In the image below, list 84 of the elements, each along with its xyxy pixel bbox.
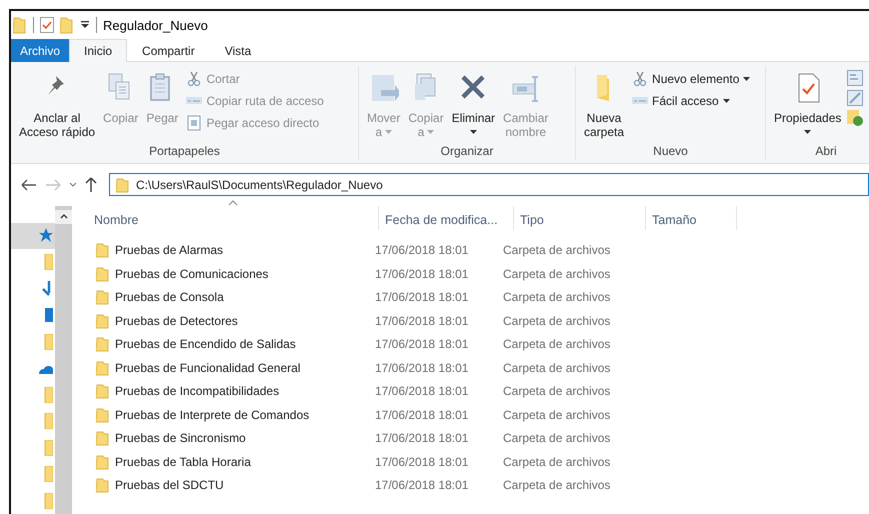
folder-icon bbox=[96, 454, 110, 470]
folder-icon[interactable] bbox=[60, 16, 74, 34]
download-icon bbox=[39, 280, 53, 297]
customize-caret-icon[interactable] bbox=[80, 20, 90, 30]
folder-icon bbox=[96, 266, 110, 282]
file-name[interactable]: Pruebas de Interprete de Comandos bbox=[115, 408, 310, 422]
table-cell-text: 17/06/2018 18:01 bbox=[374, 384, 470, 398]
table-cell-text: 17/06/2018 18:01 bbox=[374, 431, 470, 446]
group-label: Nuevo bbox=[653, 144, 688, 160]
group-label: Abri bbox=[815, 144, 837, 160]
ribbon-tab[interactable]: Vista bbox=[210, 39, 266, 62]
table-cell-text: 17/06/2018 18:01 bbox=[374, 314, 470, 328]
folder-icon bbox=[96, 383, 110, 400]
folder-icon bbox=[96, 360, 110, 376]
ribbon-button[interactable]: Anclar al Acceso rápido bbox=[17, 66, 98, 142]
table-cell-text: Carpeta de archivos bbox=[502, 408, 612, 422]
column-header[interactable]: Fecha de modifica... bbox=[379, 206, 514, 230]
address-field[interactable]: C:\Users\RaulS\Documents\Regulador_Nuevo bbox=[109, 173, 869, 196]
group-label: Organizar bbox=[440, 144, 494, 160]
table-cell-text: Carpeta de archivos bbox=[502, 337, 612, 352]
column-header[interactable]: Nombre bbox=[88, 206, 379, 230]
table-cell-text: Carpeta de archivos bbox=[502, 243, 612, 258]
table-cell-text: 17/06/2018 18:01 bbox=[374, 266, 470, 281]
scissors-icon bbox=[632, 71, 648, 88]
table-cell-text: 17/06/2018 18:01 bbox=[374, 243, 470, 258]
table-cell-text: 17/06/2018 18:01 bbox=[374, 408, 470, 422]
sort-ascending-icon bbox=[228, 200, 238, 206]
table-cell-text: Carpeta de archivos bbox=[502, 266, 612, 281]
group-label: Portapapeles bbox=[149, 144, 220, 160]
ribbon-tab[interactable]: Compartir bbox=[127, 39, 210, 62]
file-name[interactable]: Pruebas de Sincronismo bbox=[115, 431, 246, 446]
file-name[interactable]: Pruebas de Funcionalidad General bbox=[115, 360, 300, 375]
nav-item[interactable] bbox=[11, 222, 55, 249]
folder-icon bbox=[116, 176, 130, 193]
open-icon[interactable] bbox=[847, 70, 864, 86]
column-header[interactable]: Tamaño bbox=[646, 206, 737, 230]
ribbon-button[interactable]: Nueva carpeta bbox=[582, 66, 626, 142]
table-cell-text: Carpeta de archivos bbox=[502, 384, 612, 398]
table-cell-text: Carpeta de archivos bbox=[502, 454, 612, 469]
table-cell-text: 17/06/2018 18:01 bbox=[374, 337, 470, 352]
shortcut-icon bbox=[186, 115, 202, 132]
forward-icon[interactable] bbox=[45, 178, 61, 191]
table-cell-text: 17/06/2018 18:01 bbox=[374, 360, 470, 375]
column-header[interactable]: Tipo bbox=[514, 206, 646, 230]
file-name[interactable]: Pruebas de Comunicaciones bbox=[115, 266, 268, 281]
scissors-icon bbox=[186, 71, 202, 88]
ribbon-tab[interactable]: Inicio bbox=[69, 39, 128, 62]
ribbon-button[interactable]: Propiedades bbox=[772, 66, 844, 142]
table-cell-text: Carpeta de archivos bbox=[502, 360, 612, 375]
edit-icon[interactable] bbox=[847, 90, 864, 106]
file-name[interactable]: Pruebas del SDCTU bbox=[115, 478, 224, 492]
star-icon bbox=[39, 228, 53, 244]
table-cell-text: Carpeta de archivos bbox=[502, 314, 612, 328]
folder-icon bbox=[96, 289, 110, 306]
table-cell-text: Carpeta de archivos bbox=[502, 431, 612, 446]
folder-icon bbox=[96, 477, 110, 494]
folder-icon bbox=[96, 312, 110, 329]
table-cell-text: 17/06/2018 18:01 bbox=[374, 478, 470, 492]
file-name[interactable]: Pruebas de Incompatibilidades bbox=[115, 384, 280, 398]
table-cell-text: 17/06/2018 18:01 bbox=[374, 290, 470, 304]
properties-icon[interactable] bbox=[40, 17, 54, 34]
back-icon[interactable] bbox=[21, 178, 37, 191]
folder-icon bbox=[96, 406, 110, 423]
table-cell-text: Carpeta de archivos bbox=[502, 290, 612, 304]
folder-icon bbox=[96, 242, 110, 258]
ribbon-button[interactable]: Fácil acceso bbox=[630, 92, 752, 110]
folder-icon bbox=[13, 16, 27, 34]
window-title: Regulador_Nuevo bbox=[103, 18, 208, 33]
up-icon[interactable] bbox=[85, 176, 97, 193]
file-name[interactable]: Pruebas de Encendido de Salidas bbox=[115, 337, 296, 352]
table-cell-text: 17/06/2018 18:01 bbox=[374, 454, 470, 469]
file-name[interactable]: Pruebas de Detectores bbox=[115, 314, 238, 328]
scroll-up-icon[interactable] bbox=[60, 214, 68, 219]
history-icon[interactable] bbox=[847, 110, 864, 126]
ribbon-button[interactable]: Eliminar bbox=[450, 66, 498, 142]
file-name[interactable]: Pruebas de Alarmas bbox=[115, 243, 224, 258]
ribbon-button[interactable]: Nuevo elemento bbox=[630, 70, 752, 88]
file-tab[interactable]: Archivo bbox=[11, 39, 70, 62]
file-name[interactable]: Pruebas de Consola bbox=[115, 290, 224, 304]
folder-icon bbox=[96, 430, 110, 446]
folder-icon bbox=[96, 336, 110, 352]
recent-caret-icon[interactable] bbox=[69, 182, 77, 188]
table-cell-text: Carpeta de archivos bbox=[502, 478, 612, 492]
file-name[interactable]: Pruebas de Tabla Horaria bbox=[115, 454, 251, 469]
